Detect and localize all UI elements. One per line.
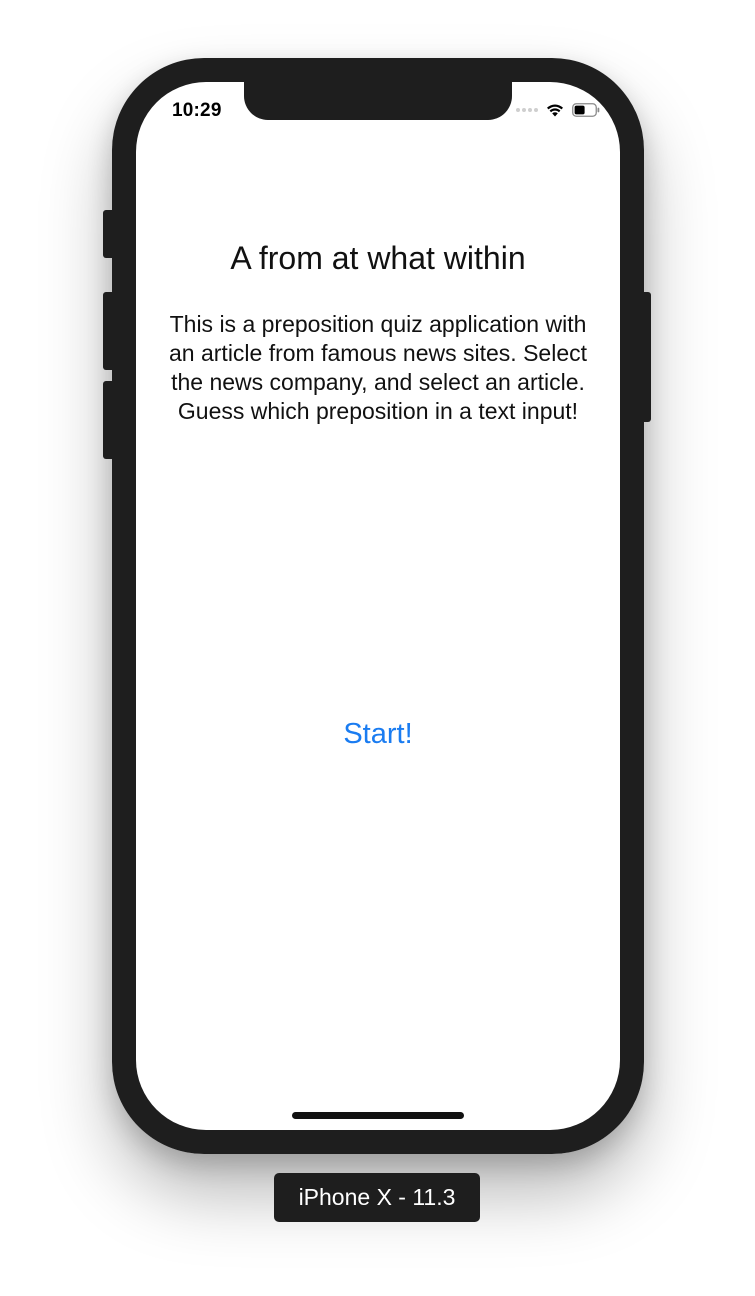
- device-screen: 10:29 A from at what within This is a pr…: [136, 82, 620, 1130]
- battery-icon: [572, 103, 600, 117]
- app-description: This is a preposition quiz application w…: [169, 311, 587, 424]
- simulator-stage: 10:29 A from at what within This is a pr…: [0, 0, 755, 1296]
- signal-dots-icon: [516, 108, 538, 112]
- status-time: 10:29: [172, 100, 222, 121]
- page-title: A from at what within: [230, 240, 526, 276]
- start-button[interactable]: Start!: [308, 712, 448, 756]
- wifi-icon: [546, 103, 564, 117]
- notch: [244, 82, 512, 120]
- home-indicator[interactable]: [292, 1112, 464, 1119]
- simulator-device-label: iPhone X - 11.3: [274, 1173, 480, 1222]
- status-icons: [516, 102, 600, 118]
